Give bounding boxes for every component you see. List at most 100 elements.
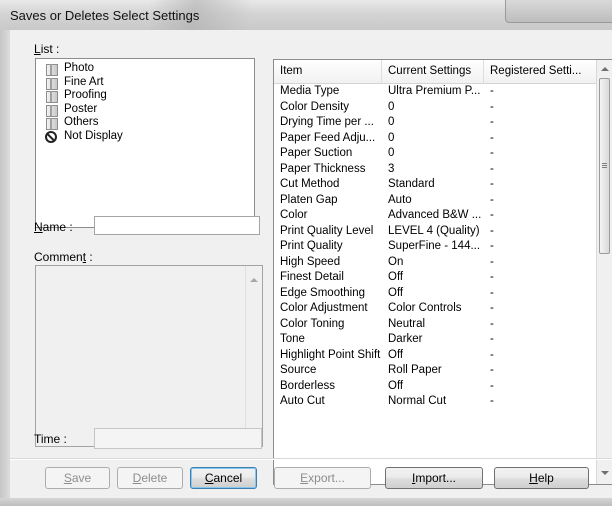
separator <box>10 459 612 460</box>
window-title: Saves or Deletes Select Settings <box>10 8 200 23</box>
table-row[interactable]: Finest Detail Off - <box>274 270 597 286</box>
cell-registered-setting: - <box>490 85 494 97</box>
cancel-button[interactable]: Cancel <box>190 467 257 489</box>
comment-scrollbar[interactable] <box>245 266 262 446</box>
cell-registered-setting: - <box>490 348 494 361</box>
comment-label: Comment : <box>34 250 93 264</box>
table-row[interactable]: Color Adjustment Color Controls - <box>274 301 597 317</box>
column-header-current-settings[interactable]: Current Settings <box>382 60 484 83</box>
table-row[interactable]: Paper Feed Adju... 0 - <box>274 131 597 147</box>
table-row[interactable]: Auto Cut Normal Cut - <box>274 394 597 410</box>
table-row[interactable]: Color Advanced B&W ... - <box>274 208 597 224</box>
cell-registered-setting: - <box>490 131 494 144</box>
folder-icon <box>44 116 58 130</box>
window-controls[interactable] <box>505 0 612 23</box>
table-row[interactable]: Paper Thickness 3 - <box>274 162 597 178</box>
cell-registered-setting: - <box>490 162 494 175</box>
cell-registered-setting: - <box>490 286 494 299</box>
cell-registered-setting: - <box>490 333 494 345</box>
cell-item: Platen Gap <box>280 193 338 206</box>
save-button[interactable]: Save <box>45 467 110 489</box>
table-row[interactable]: Borderless Off - <box>274 379 597 395</box>
comment-textarea[interactable] <box>35 265 263 447</box>
cell-current-setting: 0 <box>388 100 395 113</box>
cell-current-setting: Darker <box>388 333 423 345</box>
cell-registered-setting: - <box>490 209 494 221</box>
cell-item: Highlight Point Shift <box>280 348 381 361</box>
not-display-icon <box>44 130 58 143</box>
cell-item: Color Toning <box>280 317 345 330</box>
time-label: Time : <box>34 432 67 446</box>
scroll-down-arrow-icon[interactable] <box>601 471 609 475</box>
cell-current-setting: Advanced B&W ... <box>388 209 482 221</box>
table-row[interactable]: High Speed On - <box>274 255 597 271</box>
scroll-up-arrow-icon[interactable] <box>601 67 609 71</box>
name-label: Name : <box>34 220 73 234</box>
time-field <box>94 428 262 449</box>
table-row[interactable]: Tone Darker - <box>274 332 597 348</box>
table-row[interactable]: Edge Smoothing Off - <box>274 286 597 302</box>
table-row[interactable]: Print Quality Level LEVEL 4 (Quality) - <box>274 224 597 240</box>
cell-registered-setting: - <box>490 178 494 190</box>
cell-item: Media Type <box>280 85 340 97</box>
folder-icon <box>44 76 58 90</box>
table-row[interactable]: Paper Suction 0 - <box>274 146 597 162</box>
cell-registered-setting: - <box>490 255 494 268</box>
cell-item: Print Quality <box>280 240 343 252</box>
cell-item: Paper Suction <box>280 147 353 159</box>
window-frame-left <box>0 30 10 506</box>
settings-list[interactable]: Photo Fine Art Proofing Poster Others No… <box>35 58 255 228</box>
cell-current-setting: 0 <box>388 147 395 159</box>
table-row[interactable]: Platen Gap Auto - <box>274 193 597 209</box>
cell-item: High Speed <box>280 255 341 268</box>
help-button[interactable]: Help <box>494 467 589 489</box>
cell-item: Cut Method <box>280 178 340 190</box>
cell-current-setting: Standard <box>388 178 435 190</box>
table-header: Item Current Settings Registered Setti..… <box>274 60 597 84</box>
cell-current-setting: 0 <box>388 131 395 144</box>
export-button[interactable]: Export... <box>274 467 371 489</box>
settings-table[interactable]: Item Current Settings Registered Setti..… <box>273 59 612 485</box>
cell-current-setting: Off <box>388 271 404 283</box>
cell-current-setting: Normal Cut <box>388 395 447 407</box>
table-row[interactable]: Source Roll Paper - <box>274 363 597 379</box>
table-row[interactable]: Print Quality SuperFine - 144... - <box>274 239 597 255</box>
cell-current-setting: 0 <box>388 116 395 128</box>
folder-icon <box>44 89 58 103</box>
cell-registered-setting: - <box>490 271 494 283</box>
table-row[interactable]: Media Type Ultra Premium P... - <box>274 84 597 100</box>
import-button[interactable]: Import... <box>385 467 483 489</box>
column-header-registered-settings[interactable]: Registered Setti... <box>484 60 597 83</box>
cell-item: Auto Cut <box>280 395 325 407</box>
cell-registered-setting: - <box>490 302 494 314</box>
cell-registered-setting: - <box>490 193 494 206</box>
cell-item: Paper Feed Adju... <box>280 131 376 144</box>
table-row[interactable]: Highlight Point Shift Off - <box>274 348 597 364</box>
title-bar[interactable]: Saves or Deletes Select Settings <box>0 0 612 31</box>
cell-current-setting: Off <box>388 348 404 361</box>
table-row[interactable]: Color Density 0 - <box>274 100 597 116</box>
name-input[interactable] <box>94 216 260 235</box>
folder-icon <box>44 103 58 117</box>
cell-registered-setting: - <box>490 379 494 392</box>
cell-item: Borderless <box>280 379 335 392</box>
cell-item: Source <box>280 364 317 376</box>
table-row[interactable]: Color Toning Neutral - <box>274 317 597 333</box>
cell-registered-setting: - <box>490 224 494 237</box>
delete-button[interactable]: Delete <box>117 467 183 489</box>
cell-current-setting: Off <box>388 379 404 392</box>
scroll-thumb[interactable] <box>599 78 610 254</box>
cell-item: Color <box>280 209 308 221</box>
cell-current-setting: Ultra Premium P... <box>388 85 481 97</box>
column-header-item[interactable]: Item <box>274 60 382 83</box>
cell-registered-setting: - <box>490 100 494 113</box>
window-frame-bottom <box>0 498 612 506</box>
scroll-up-arrow-icon[interactable] <box>250 278 258 282</box>
cell-current-setting: Roll Paper <box>388 364 442 376</box>
table-row[interactable]: Drying Time per ... 0 - <box>274 115 597 131</box>
table-scrollbar[interactable] <box>596 60 612 484</box>
table-row[interactable]: Cut Method Standard - <box>274 177 597 193</box>
list-label: List : <box>34 42 60 56</box>
cell-item: Drying Time per ... <box>280 116 374 128</box>
cell-current-setting: On <box>388 255 404 268</box>
